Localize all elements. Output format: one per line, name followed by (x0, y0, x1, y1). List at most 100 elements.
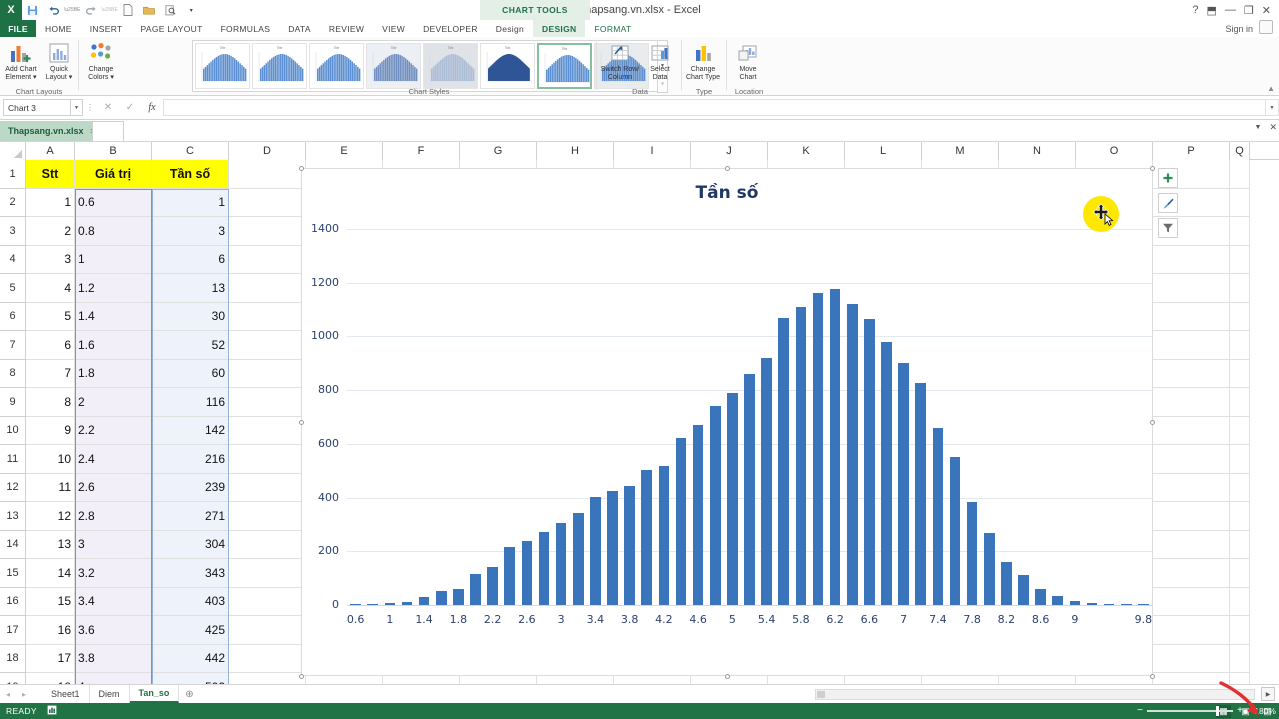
resize-handle-nw[interactable] (299, 166, 304, 171)
cell-D2[interactable] (229, 188, 306, 217)
change-colors-button[interactable]: Change Colors ▾ (81, 37, 121, 82)
row-header-10[interactable]: 10 (0, 416, 26, 445)
tab-data[interactable]: DATA (279, 20, 320, 37)
column-header-Q[interactable]: Q (1230, 142, 1250, 160)
row-headers[interactable]: 12345678910111213141516171819202122 (0, 160, 26, 684)
cell-P10[interactable] (1153, 416, 1230, 445)
cell-B14[interactable]: 3 (75, 530, 152, 559)
chart-bar[interactable] (709, 405, 721, 605)
cell-B8[interactable]: 1.8 (75, 359, 152, 388)
chart-bar[interactable] (761, 358, 772, 605)
chart-bar[interactable] (949, 457, 961, 605)
cell-A14[interactable]: 13 (26, 530, 75, 559)
enter-formula-icon[interactable]: ✓ (119, 99, 141, 116)
sheet-nav-last-icon[interactable]: ▸ (16, 690, 32, 699)
record-macro-icon[interactable] (47, 705, 57, 717)
cell-B10[interactable]: 2.2 (75, 416, 152, 445)
column-header-J[interactable]: J (691, 142, 768, 160)
cell-B17[interactable]: 3.6 (75, 616, 152, 645)
chart-bar[interactable] (778, 317, 790, 605)
chart-title[interactable]: Tần số (302, 183, 1152, 203)
tab-design-addin[interactable]: Design (487, 20, 533, 37)
cell-A4[interactable]: 3 (26, 245, 75, 274)
save-icon[interactable] (22, 0, 43, 20)
chart-bar[interactable] (1001, 562, 1012, 605)
cell-Q13[interactable] (1230, 502, 1250, 531)
chart-bar[interactable] (435, 591, 447, 605)
row-header-13[interactable]: 13 (0, 502, 26, 531)
resize-handle-ne[interactable] (1150, 166, 1155, 171)
column-header-N[interactable]: N (999, 142, 1076, 160)
row-header-15[interactable]: 15 (0, 559, 26, 588)
chart-bar[interactable] (795, 306, 807, 605)
cell-B12[interactable]: 2.6 (75, 473, 152, 502)
chart-bar[interactable] (983, 532, 995, 605)
ribbon-display-options-icon[interactable]: ⬒ (1207, 4, 1217, 17)
horizontal-scrollbar-thumb[interactable] (817, 691, 825, 698)
chart-filters-button[interactable] (1158, 218, 1178, 238)
cell-D11[interactable] (229, 445, 306, 474)
name-box-dropdown-icon[interactable]: ▼ (71, 99, 83, 116)
cell-Q10[interactable] (1230, 416, 1250, 445)
cell-Q8[interactable] (1230, 359, 1250, 388)
cell-D3[interactable] (229, 217, 306, 246)
chart-bar[interactable] (1035, 588, 1046, 605)
cell-A3[interactable]: 2 (26, 217, 75, 246)
chart-bar[interactable] (453, 588, 464, 605)
cell-D6[interactable] (229, 302, 306, 331)
cell-A12[interactable]: 11 (26, 473, 75, 502)
sign-in-link[interactable]: Sign in (1225, 20, 1253, 37)
cell-A1[interactable]: Stt (26, 160, 75, 189)
cell-P4[interactable] (1153, 245, 1230, 274)
chart-bar[interactable] (915, 383, 927, 605)
chart-bar[interactable] (521, 540, 533, 605)
add-sheet-button[interactable]: ⊕ (179, 689, 199, 700)
cell-Q17[interactable] (1230, 616, 1250, 645)
cell-C12[interactable]: 239 (152, 473, 229, 502)
cell-Q1[interactable] (1230, 160, 1250, 189)
cell-B4[interactable]: 1 (75, 245, 152, 274)
chart-bar[interactable] (675, 438, 687, 605)
chart-bar[interactable] (658, 465, 670, 605)
column-header-I[interactable]: I (614, 142, 691, 160)
close-button[interactable]: ✕ (1262, 4, 1271, 17)
chart-bar[interactable] (504, 547, 515, 605)
chart-bar[interactable] (932, 427, 944, 605)
cell-C2[interactable]: 1 (152, 188, 229, 217)
restore-button[interactable]: ❐ (1244, 4, 1254, 17)
cell-Q18[interactable] (1230, 644, 1250, 673)
sheet-tab-diem[interactable]: Diem (90, 685, 130, 703)
chart-bar[interactable] (1052, 596, 1064, 605)
column-header-G[interactable]: G (460, 142, 537, 160)
customize-qat-icon[interactable]: ▾ (181, 0, 202, 20)
help-icon[interactable]: ? (1192, 4, 1198, 16)
redo-icon[interactable] (80, 0, 101, 20)
switch-row-column-button[interactable]: Switch Row/Column (600, 37, 640, 82)
cell-D18[interactable] (229, 644, 306, 673)
column-header-F[interactable]: F (383, 142, 460, 160)
cell-B13[interactable]: 2.8 (75, 502, 152, 531)
row-header-7[interactable]: 7 (0, 331, 26, 360)
column-header-K[interactable]: K (768, 142, 845, 160)
cell-A11[interactable]: 10 (26, 445, 75, 474)
file-tab-chip[interactable]: Thapsang.vn.xlsx ✕ (0, 121, 105, 141)
select-all-corner[interactable] (0, 142, 26, 160)
cell-C14[interactable]: 304 (152, 530, 229, 559)
tab-chart-design[interactable]: DESIGN (533, 20, 586, 37)
cell-Q5[interactable] (1230, 274, 1250, 303)
cell-B18[interactable]: 3.8 (75, 644, 152, 673)
cell-C11[interactable]: 216 (152, 445, 229, 474)
cell-C5[interactable]: 13 (152, 274, 229, 303)
cell-C13[interactable]: 271 (152, 502, 229, 531)
column-header-C[interactable]: C (152, 142, 229, 160)
chart-bar[interactable] (641, 470, 653, 605)
cell-C10[interactable]: 142 (152, 416, 229, 445)
chart-bar[interactable] (829, 289, 841, 605)
cell-C1[interactable]: Tần số (152, 160, 229, 189)
chart-styles-button[interactable] (1158, 193, 1178, 213)
chart-style-thumb-6[interactable]: Title (480, 43, 535, 89)
chart-bar[interactable] (555, 523, 567, 605)
chart-bar[interactable] (487, 566, 498, 605)
cell-P6[interactable] (1153, 302, 1230, 331)
chart-style-thumb-3[interactable]: Title (309, 43, 364, 89)
